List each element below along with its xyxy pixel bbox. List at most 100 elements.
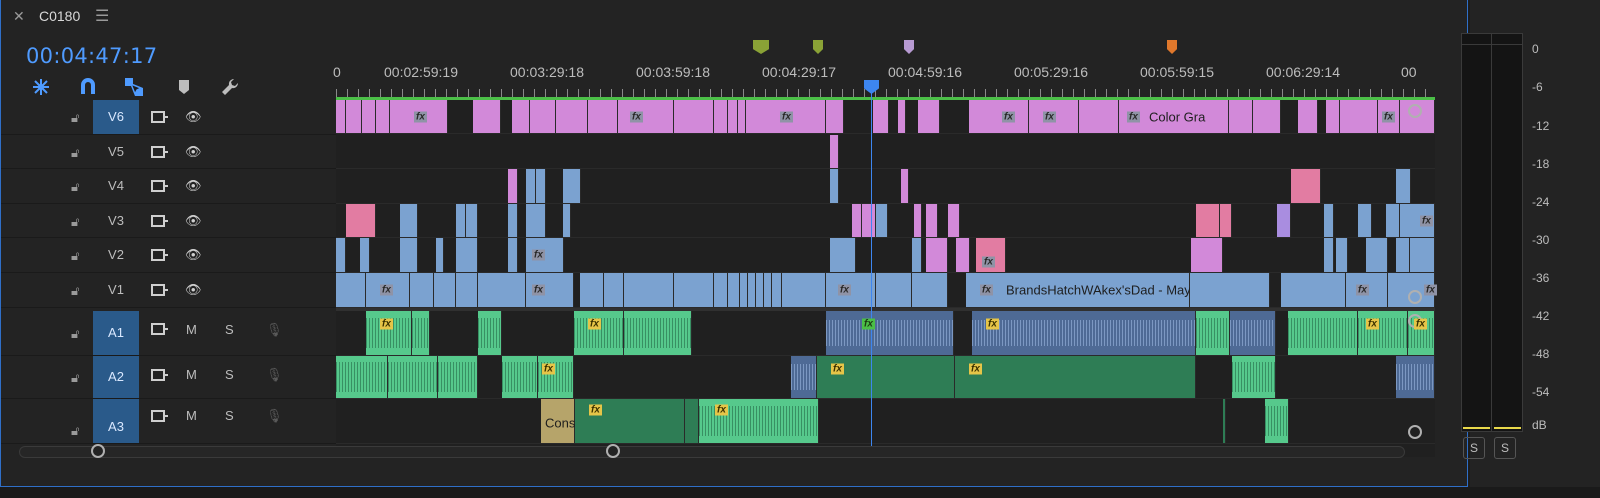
sync-lock-icon[interactable] xyxy=(151,214,169,228)
video-clip[interactable] xyxy=(336,273,366,307)
video-clip[interactable] xyxy=(434,273,456,307)
audio-clip[interactable] xyxy=(478,311,502,355)
video-zoom-handle-top[interactable] xyxy=(1408,104,1422,118)
video-clip[interactable]: fx xyxy=(526,273,574,307)
video-clip[interactable]: fx xyxy=(618,100,674,133)
video-clip[interactable]: fx BrandsHatchWAkex'sDad - May xyxy=(966,273,1191,307)
video-clip[interactable] xyxy=(1190,273,1270,307)
track-target-v6[interactable]: V6 xyxy=(93,100,139,134)
video-clip[interactable] xyxy=(466,204,478,237)
audio-clip[interactable]: fx xyxy=(366,311,412,355)
video-clip[interactable]: fx xyxy=(526,238,564,272)
audio-clip[interactable] xyxy=(1230,311,1276,355)
lock-icon[interactable]: 🔓︎ xyxy=(71,179,79,195)
video-clip[interactable] xyxy=(1253,100,1281,133)
audio-clip[interactable]: fx xyxy=(826,311,954,355)
video-clip[interactable] xyxy=(624,273,674,307)
video-clip[interactable] xyxy=(738,100,746,133)
video-clip[interactable]: fx xyxy=(1378,100,1400,133)
close-icon[interactable]: ✕ xyxy=(13,8,25,25)
video-clip[interactable]: fx xyxy=(1346,273,1388,307)
video-clip[interactable] xyxy=(1277,204,1291,237)
video-clip[interactable] xyxy=(948,204,960,237)
nest-toggle-icon[interactable] xyxy=(30,76,52,98)
video-clip[interactable] xyxy=(714,100,728,133)
video-clip[interactable] xyxy=(588,100,618,133)
time-ruler[interactable]: 0 00:02:59:19 00:03:29:18 00:03:59:18 00… xyxy=(333,40,1435,100)
video-clip[interactable] xyxy=(604,273,624,307)
track-target-v1[interactable]: V1 xyxy=(93,282,139,297)
solo-button[interactable]: S xyxy=(225,408,234,423)
video-clip[interactable] xyxy=(1324,204,1334,237)
video-clip[interactable]: fx xyxy=(390,100,448,133)
timeline-settings-wrench-icon[interactable] xyxy=(219,76,241,98)
audio-clip[interactable] xyxy=(1196,311,1230,355)
video-clip[interactable] xyxy=(376,100,390,133)
audio-clip[interactable] xyxy=(685,399,699,443)
video-clip[interactable] xyxy=(1281,273,1346,307)
lane-v5[interactable] xyxy=(336,135,1435,169)
linked-selection-icon[interactable] xyxy=(123,76,145,98)
video-clip[interactable] xyxy=(1324,238,1334,272)
video-clip[interactable] xyxy=(912,238,922,272)
video-clip[interactable] xyxy=(526,169,536,203)
audio-clip[interactable] xyxy=(1232,356,1276,398)
solo-button[interactable]: S xyxy=(225,322,234,337)
audio-clip[interactable]: fx xyxy=(699,399,819,443)
video-clip[interactable] xyxy=(436,238,444,272)
audio-clip[interactable] xyxy=(1265,399,1289,443)
video-clip[interactable] xyxy=(1336,238,1348,272)
track-target-a2[interactable]: A2 xyxy=(93,356,139,398)
sync-lock-icon[interactable] xyxy=(151,368,169,382)
lane-v6[interactable]: fx fx fx fx fx fx Color Gra fx xyxy=(336,100,1435,134)
lane-v2[interactable]: fx fx xyxy=(336,238,1435,273)
video-clip[interactable] xyxy=(362,100,376,133)
video-clip[interactable] xyxy=(912,273,948,307)
video-clip[interactable] xyxy=(1220,204,1232,237)
timeline-marker[interactable] xyxy=(1167,40,1177,54)
lane-a1[interactable]: fx fx fx fx fx fx xyxy=(336,311,1435,356)
video-clip[interactable] xyxy=(563,169,581,203)
video-clip[interactable] xyxy=(852,204,862,237)
timeline-marker[interactable] xyxy=(904,40,914,54)
video-clip[interactable] xyxy=(556,100,588,133)
video-clip[interactable] xyxy=(1196,204,1220,237)
video-clip[interactable] xyxy=(1410,238,1435,272)
video-clip[interactable]: fx xyxy=(366,273,410,307)
sync-lock-icon[interactable] xyxy=(151,409,169,423)
video-clip[interactable] xyxy=(1079,100,1119,133)
video-clip[interactable] xyxy=(764,273,772,307)
panel-menu-icon[interactable]: ☰ xyxy=(95,6,109,26)
video-clip[interactable] xyxy=(336,100,346,133)
track-target-v2[interactable]: V2 xyxy=(93,247,139,262)
eye-icon[interactable]: 👁︎ xyxy=(185,109,202,125)
lane-v3[interactable]: fx xyxy=(336,204,1435,238)
mute-button[interactable]: M xyxy=(186,322,197,337)
video-clip[interactable] xyxy=(1386,204,1400,237)
lane-v4[interactable] xyxy=(336,169,1435,204)
video-clip[interactable] xyxy=(400,238,418,272)
video-clip[interactable] xyxy=(876,273,912,307)
scroll-zoom-handle-left[interactable] xyxy=(91,444,105,458)
video-clip[interactable] xyxy=(563,204,571,237)
playhead-timecode[interactable]: 00:04:47:17 xyxy=(26,44,157,68)
video-clip[interactable] xyxy=(926,238,948,272)
video-clip[interactable]: fx Color Gra xyxy=(1119,100,1229,133)
video-clip[interactable] xyxy=(456,238,478,272)
video-clip[interactable] xyxy=(536,169,546,203)
audio-clip[interactable] xyxy=(388,356,438,398)
sync-lock-icon[interactable] xyxy=(151,179,169,193)
eye-icon[interactable]: 👁︎ xyxy=(185,144,202,160)
video-clip[interactable] xyxy=(914,204,922,237)
audio-clip[interactable]: fx xyxy=(955,356,1196,398)
video-clip[interactable] xyxy=(740,273,748,307)
track-target-v4[interactable]: V4 xyxy=(93,178,139,193)
eye-icon[interactable]: 👁︎ xyxy=(185,178,202,194)
video-clip[interactable] xyxy=(526,204,546,237)
scroll-zoom-handle-right[interactable] xyxy=(606,444,620,458)
eye-icon[interactable]: 👁︎ xyxy=(185,247,202,263)
video-clip[interactable] xyxy=(926,204,938,237)
audio-clip[interactable]: fx xyxy=(1358,311,1408,355)
snap-magnet-icon[interactable] xyxy=(77,76,99,98)
eye-icon[interactable]: 👁︎ xyxy=(185,282,202,298)
